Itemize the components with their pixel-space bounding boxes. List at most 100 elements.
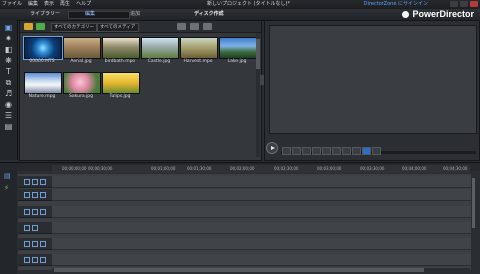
track-visible-checkbox[interactable]: [24, 241, 30, 247]
preview-panel: [264, 20, 480, 161]
media-label: Harvest.mpo: [183, 59, 213, 64]
timeline-view-icon[interactable]: ▤: [4, 172, 12, 180]
track-music[interactable]: [52, 254, 472, 266]
track-audio-icon[interactable]: [40, 209, 46, 215]
timeline-hscroll-thumb[interactable]: [54, 268, 424, 272]
media-thumbnail: [102, 72, 140, 94]
media-thumbnail: [24, 72, 62, 94]
menu-view[interactable]: 表示: [44, 0, 54, 9]
close-button[interactable]: [470, 1, 478, 7]
media-item[interactable]: Aerial.jpg: [63, 37, 101, 67]
track-visible-checkbox[interactable]: [24, 257, 30, 263]
tab-edit[interactable]: 編集: [85, 9, 95, 20]
ruler-tick: 00;01;00;00: [151, 166, 176, 171]
voice-room-icon[interactable]: ◉: [4, 100, 13, 109]
media-item[interactable]: Tulips.jpg: [102, 72, 140, 102]
tab-library[interactable]: ライブラリー: [30, 9, 60, 20]
media-item[interactable]: Lake.jpg: [219, 37, 257, 67]
ruler-tick: 00;00;00;00: [62, 166, 87, 171]
track-visible-checkbox[interactable]: [24, 209, 30, 215]
track-visible-checkbox[interactable]: [24, 192, 30, 198]
mark-out-button[interactable]: [342, 147, 351, 155]
track-title[interactable]: [52, 238, 472, 250]
window-title: 新しいプロジェクト (タイトルなし)*: [207, 1, 290, 7]
menu-file[interactable]: ファイル: [2, 0, 22, 9]
media-library-panel: すべてのカテゴリー すべてのメディア 00000.MTS Aerial.jpg …: [19, 20, 262, 161]
timeline-ruler[interactable]: 00;00;00;00 00;00;30;00 00;01;00;00 00;0…: [52, 165, 470, 173]
media-type-dropdown[interactable]: すべてのメディア: [97, 23, 139, 32]
timeline-horizontal-scrollbar[interactable]: [52, 268, 470, 272]
media-item[interactable]: 00000.MTS: [23, 36, 63, 67]
track-lock-icon[interactable]: [32, 209, 38, 215]
track-lock-icon[interactable]: [32, 179, 38, 185]
pip-room-icon[interactable]: ◧: [4, 45, 13, 54]
track-lock-icon[interactable]: [32, 241, 38, 247]
prev-frame-button[interactable]: [292, 147, 301, 155]
track-video-2[interactable]: [52, 206, 472, 218]
play-button[interactable]: [266, 142, 278, 154]
view-icon[interactable]: [177, 23, 186, 30]
minimize-button[interactable]: [450, 1, 458, 7]
timeline-vscroll-thumb[interactable]: [472, 178, 475, 228]
3d-mode-button[interactable]: [362, 147, 371, 155]
track-audio-1[interactable]: [52, 189, 472, 201]
track-visible-checkbox[interactable]: [24, 225, 30, 231]
download-icon[interactable]: [36, 23, 45, 30]
brand-name: PowerDirector: [412, 9, 474, 19]
ruler-tick: 00;00;30;00: [88, 166, 113, 171]
library-scrollbar-thumb[interactable]: [256, 39, 260, 69]
menu-play[interactable]: 再生: [60, 0, 70, 9]
particle-room-icon[interactable]: ❋: [4, 56, 13, 65]
transition-room-icon[interactable]: ⧉: [4, 78, 13, 87]
timeline-vertical-scrollbar[interactable]: [471, 174, 476, 270]
effects-room-icon[interactable]: ✷: [4, 34, 13, 43]
track-audio-icon[interactable]: [40, 192, 46, 198]
magic-tools-icon[interactable]: ⚡: [4, 184, 12, 192]
track-header-audio-1: [18, 189, 52, 201]
list-view-icon[interactable]: [203, 23, 212, 30]
brand-logo: PowerDirector: [402, 9, 474, 20]
directorzone-signin-link[interactable]: DirectorZone にサインイン: [364, 0, 428, 9]
menu-help[interactable]: ヘルプ: [76, 0, 91, 9]
track-audio-icon[interactable]: [40, 179, 46, 185]
track-audio-icon[interactable]: [40, 241, 46, 247]
media-item[interactable]: Castle.jpg: [141, 37, 179, 67]
track-lock-icon[interactable]: [32, 257, 38, 263]
track-visible-checkbox[interactable]: [24, 179, 30, 185]
maximize-button[interactable]: [460, 1, 468, 7]
media-item[interactable]: Nature.mpg: [24, 72, 62, 102]
library-scrollbar[interactable]: [256, 33, 260, 157]
title-room-icon[interactable]: T: [4, 67, 13, 76]
tab-add[interactable]: 追加: [130, 9, 140, 20]
volume-button[interactable]: [352, 147, 361, 155]
track-effect[interactable]: [52, 222, 472, 234]
media-item[interactable]: birdbath.mpo: [102, 37, 140, 67]
ruler-tick: 00;02;30;00: [274, 166, 299, 171]
track-lock-icon[interactable]: [32, 192, 38, 198]
tab-disc-create[interactable]: ディスク作成: [194, 9, 224, 20]
library-search-field[interactable]: [68, 11, 130, 19]
media-thumbnail: [141, 37, 179, 59]
sort-icon[interactable]: [190, 23, 199, 30]
track-audio-icon[interactable]: [40, 257, 46, 263]
subtitle-room-icon[interactable]: ▤: [4, 122, 13, 131]
chapter-room-icon[interactable]: ☰: [4, 111, 13, 120]
media-label: Tulips.jpg: [109, 94, 131, 99]
track-lock-icon[interactable]: [32, 225, 38, 231]
track-video-1[interactable]: [52, 176, 472, 188]
media-item[interactable]: Sakura.jpg: [63, 72, 101, 102]
media-label: Castle.jpg: [147, 59, 171, 64]
audio-room-icon[interactable]: ♬: [4, 89, 13, 98]
media-room-icon[interactable]: ▣: [4, 23, 13, 32]
media-item[interactable]: Harvest.mpo: [180, 37, 218, 67]
category-dropdown[interactable]: すべてのカテゴリー: [51, 23, 97, 32]
mark-in-button[interactable]: [332, 147, 341, 155]
stop-button[interactable]: [282, 147, 291, 155]
snapshot-button[interactable]: [322, 147, 331, 155]
menu-edit[interactable]: 編集: [28, 0, 38, 9]
import-folder-icon[interactable]: [24, 23, 33, 30]
media-label: Lake.jpg: [227, 59, 247, 64]
fast-forward-button[interactable]: [312, 147, 321, 155]
next-frame-button[interactable]: [302, 147, 311, 155]
display-mode-button[interactable]: [372, 147, 381, 155]
